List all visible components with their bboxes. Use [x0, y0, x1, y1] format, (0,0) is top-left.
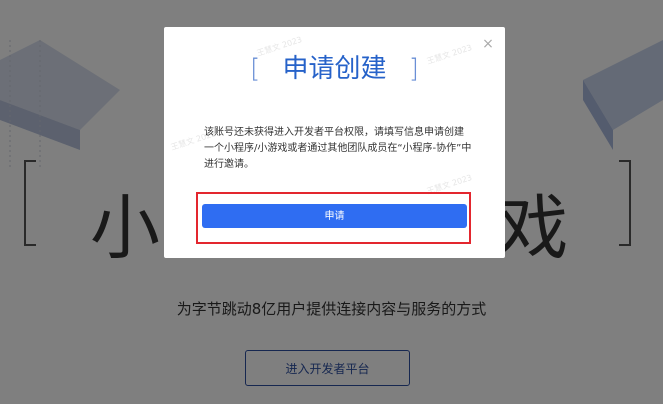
apply-create-dialog: 王慧文 2023 王慧文 2023 王慧文 2023 王慧文 2023 × [ …	[164, 27, 505, 258]
dialog-title-text: 申请创建	[282, 54, 387, 84]
title-bracket-right: ]	[408, 54, 419, 84]
title-bracket-left: [	[250, 54, 261, 84]
close-icon[interactable]: ×	[481, 37, 495, 51]
apply-button[interactable]: 申请	[202, 204, 467, 228]
watermark: 王慧文 2023	[425, 172, 474, 197]
dialog-description: 该账号还未获得进入开发者平台权限，请填写信息申请创建一个小程序/小游戏或者通过其…	[204, 127, 472, 170]
dialog-title: [ 申请创建 ]	[164, 53, 505, 85]
